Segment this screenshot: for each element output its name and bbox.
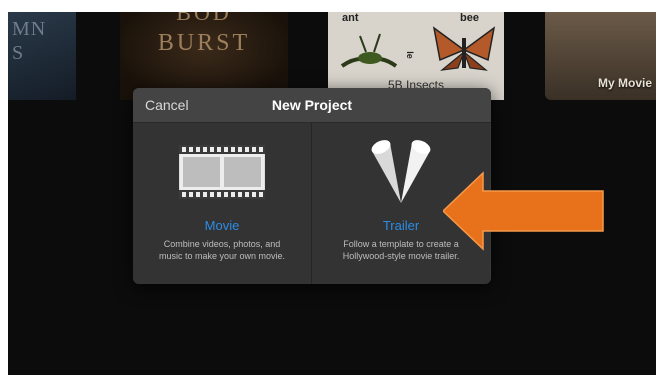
movie-option-label: Movie (204, 218, 240, 233)
thumbnail-3-side-text: le (404, 51, 415, 59)
project-thumbnail-insects[interactable]: ant bee le 5B Insects (328, 12, 504, 100)
thumbnail-2-title-top: BOD (176, 12, 232, 25)
movie-description-line2: music to make your own movie. (158, 251, 286, 261)
movie-option-description: Combine videos, photos, and music to mak… (133, 238, 311, 262)
dialog-title: New Project (271, 97, 353, 113)
butterfly-illustration (432, 26, 496, 71)
project-thumbnail-1[interactable]: MN S (8, 12, 76, 100)
thumbnail-4-label: My Movie (597, 76, 652, 90)
thumbnail-1-text-line1: MN (12, 18, 47, 40)
thumbnail-2-title-bottom: BURST (157, 30, 251, 56)
new-project-dialog: Cancel New Project Movie Combine videos,… (133, 88, 491, 284)
thumbnail-3-word-bee: bee (460, 12, 479, 24)
film-strip-icon (179, 145, 265, 199)
movie-description-line1: Combine videos, photos, and (163, 239, 281, 249)
thumbnail-1-text-line2: S (12, 42, 25, 64)
orange-pointer-arrow (443, 171, 604, 251)
ant-illustration (340, 33, 398, 68)
project-thumbnail-my-movie[interactable]: My Movie (545, 12, 656, 100)
project-thumbnail-bud-burst[interactable]: BOD BURST (120, 12, 288, 100)
spotlight-beams-icon (371, 140, 431, 203)
trailer-description-line2: Hollywood-style movie trailer. (342, 251, 460, 261)
thumbnail-3-word-ant: ant (342, 12, 359, 24)
dialog-header: Cancel New Project (133, 88, 491, 123)
movie-option[interactable]: Movie Combine videos, photos, and music … (133, 123, 312, 284)
